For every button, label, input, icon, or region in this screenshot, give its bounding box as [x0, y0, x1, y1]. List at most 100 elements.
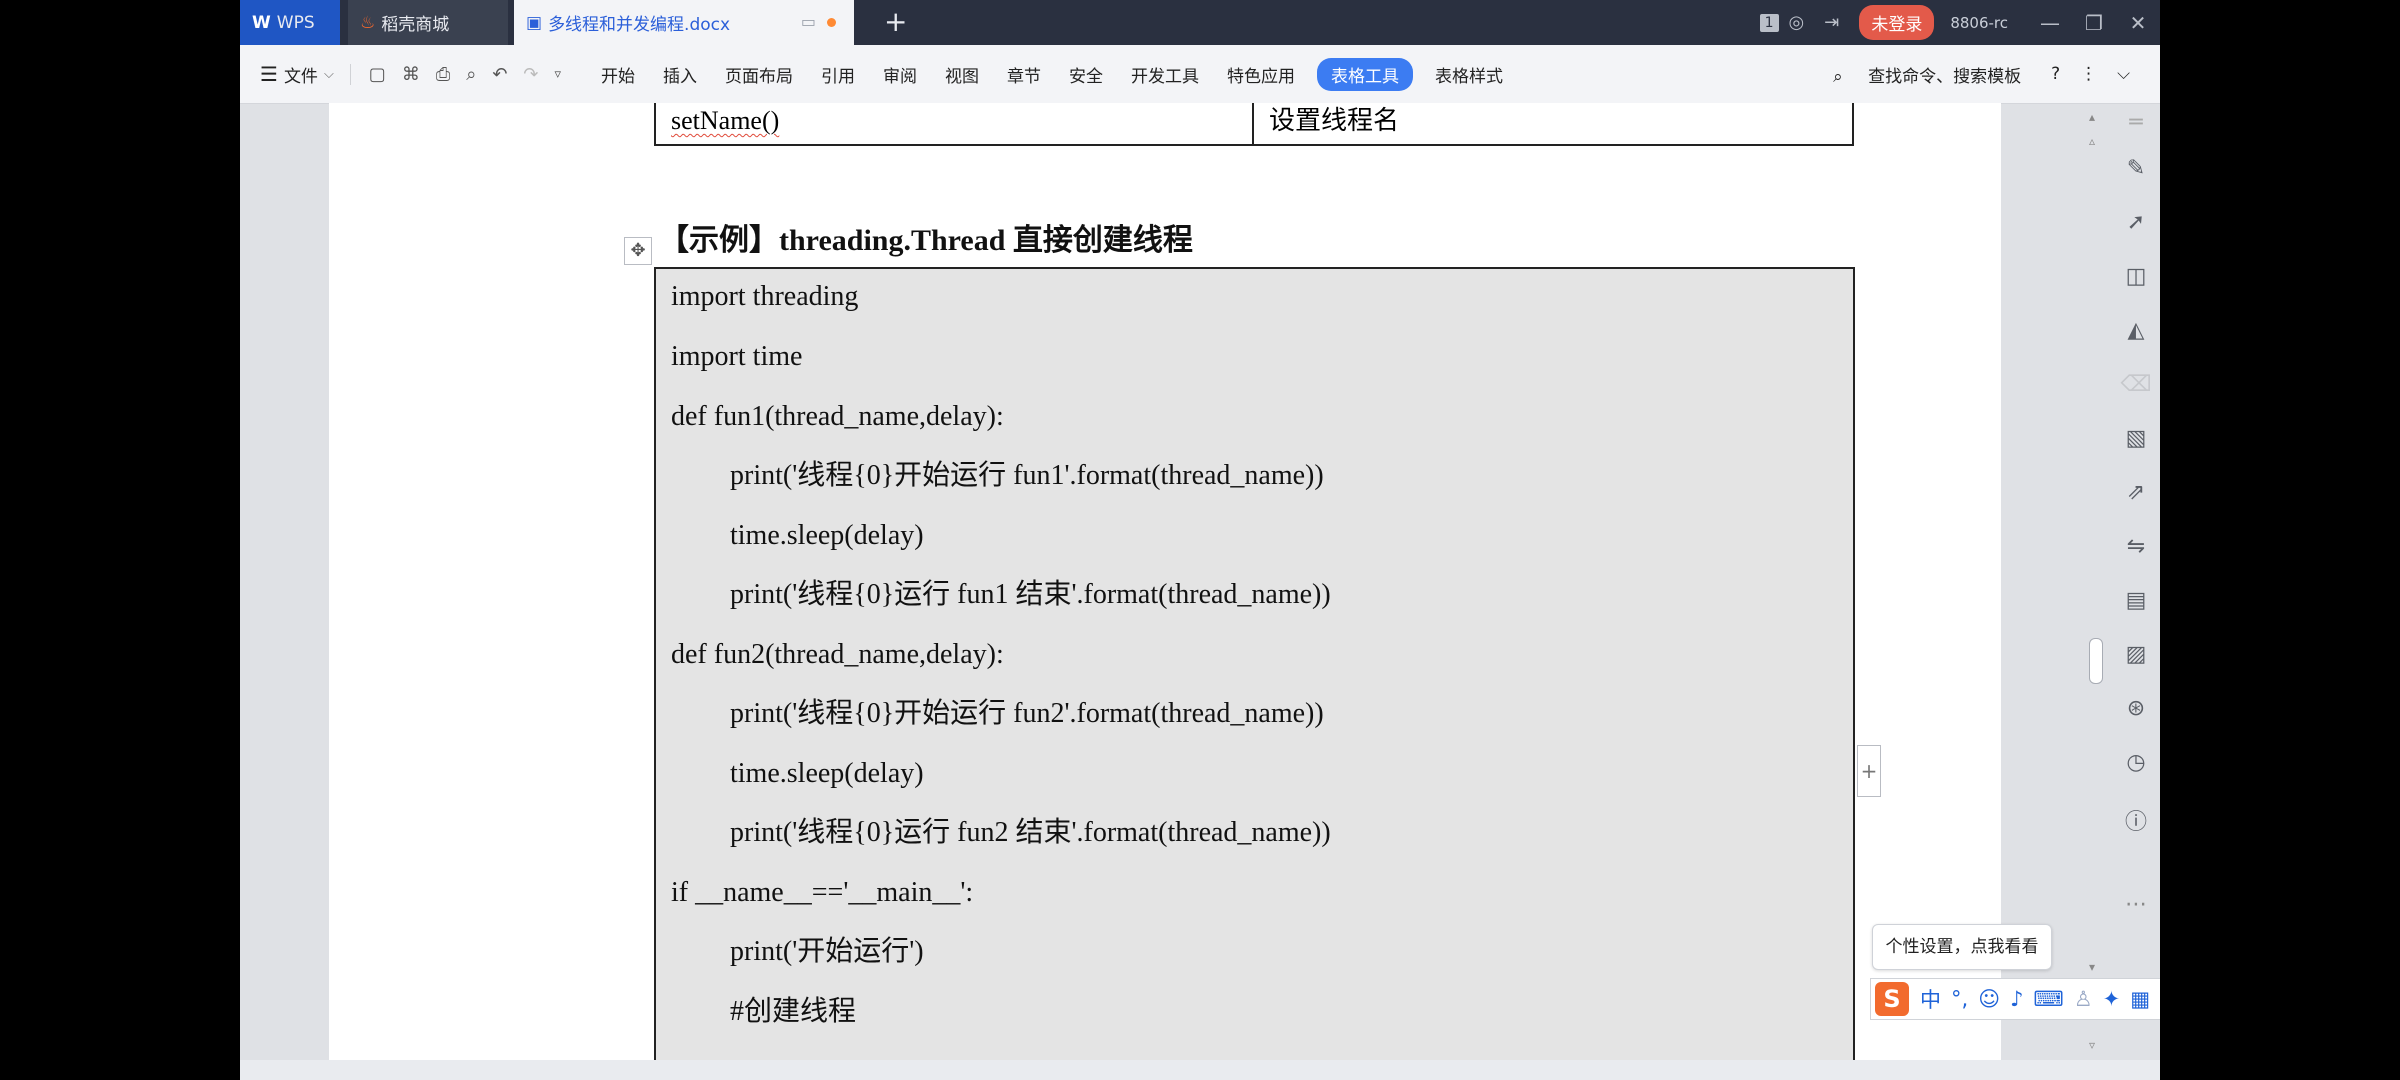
- tab-special-apps[interactable]: 特色应用: [1227, 62, 1295, 87]
- scroll-down-fast-icon[interactable]: ▿: [2089, 1038, 2095, 1052]
- share-icon[interactable]: ⇥: [1824, 12, 1839, 33]
- tab-chapter[interactable]: 章节: [1007, 62, 1041, 87]
- close-icon[interactable]: ✕: [2116, 11, 2160, 35]
- history-icon[interactable]: ◷: [2112, 750, 2160, 775]
- tab-page-layout[interactable]: 页面布局: [725, 62, 793, 87]
- collapse-ribbon-icon[interactable]: ⌵: [2117, 64, 2130, 84]
- ime-tooltip[interactable]: 个性设置，点我看看: [1872, 924, 2052, 970]
- example-heading: 【示例】threading.Thread 直接创建线程: [659, 224, 1193, 257]
- wps-window: W WPS ♨ 稻壳商城 ▣ 多线程和并发编程.docx ▭ + 1 ◎ ⇥ 未…: [240, 0, 2160, 1080]
- tab-start[interactable]: 开始: [601, 62, 635, 87]
- method-description: 设置线程名: [1269, 106, 1400, 135]
- select-pointer-icon[interactable]: ➚: [2112, 210, 2160, 235]
- search-icon: ⌕: [1833, 66, 1843, 87]
- monitor-icon[interactable]: ▭: [801, 12, 816, 31]
- shapes-icon[interactable]: ◫: [2112, 264, 2160, 289]
- code-line: def fun1(thread_name,delay):: [671, 401, 1004, 432]
- status-bar: [240, 1060, 2160, 1080]
- toolbox-grid-icon[interactable]: ▦: [2130, 987, 2150, 1011]
- hamburger-icon: ☰: [260, 62, 278, 86]
- document-page[interactable]: setName() 设置线程名 【示例】threading.Thread 直接创…: [329, 103, 2001, 1067]
- tab-table-style[interactable]: 表格样式: [1435, 62, 1503, 87]
- emoji-icon[interactable]: ☺: [1978, 987, 2000, 1011]
- ime-toolbar: S 中 °, ☺ ♪ ⌨ ♙ ✦ ▦: [1870, 978, 2160, 1020]
- table-move-handle-icon[interactable]: ✥: [624, 237, 652, 265]
- skin-shirt-icon[interactable]: ✦: [2103, 987, 2121, 1011]
- tab-table-tools[interactable]: 表格工具: [1317, 57, 1414, 91]
- more-tools-icon[interactable]: ⋯: [2112, 892, 2160, 917]
- backup-icon[interactable]: ⊛: [2112, 696, 2160, 721]
- search-command-box[interactable]: ⌕ 查找命令、搜索模板: [1823, 62, 2031, 87]
- pen-icon[interactable]: ✎: [2112, 156, 2160, 181]
- flame-icon: ♨: [360, 12, 376, 33]
- scroll-down-icon[interactable]: ▾: [2089, 960, 2095, 974]
- gallery-icon[interactable]: ▧: [2112, 426, 2160, 451]
- code-line: time.sleep(delay): [730, 520, 924, 551]
- ribbon-tabs: 开始 插入 页面布局 引用 审阅 视图 章节 安全 开发工具 特色应用 表格工具…: [587, 57, 1517, 91]
- tab-document[interactable]: ▣ 多线程和并发编程.docx ▭: [514, 0, 854, 45]
- scroll-up-icon[interactable]: ▴: [2089, 110, 2095, 124]
- eraser-icon[interactable]: ⌫: [2112, 372, 2160, 397]
- sogou-logo-icon[interactable]: S: [1875, 982, 1909, 1016]
- format-painter-icon[interactable]: ⌘: [402, 64, 420, 85]
- restore-icon[interactable]: ❐: [2072, 11, 2116, 35]
- save-icon[interactable]: ▢: [369, 64, 386, 85]
- tab-daoke-store[interactable]: ♨ 稻壳商城: [348, 0, 508, 45]
- add-column-plus-icon[interactable]: +: [1857, 745, 1881, 797]
- scroll-thumb[interactable]: [2089, 638, 2103, 684]
- tab-developer[interactable]: 开发工具: [1131, 62, 1199, 87]
- user-id: 8806-rc: [1950, 13, 2008, 32]
- image-icon[interactable]: ▨: [2112, 642, 2160, 667]
- unsaved-dot-icon: [827, 18, 836, 27]
- code-line: time.sleep(delay): [730, 758, 924, 789]
- code-line: print('线程{0}运行 fun2 结束'.format(thread_na…: [730, 817, 1331, 848]
- code-line: print('线程{0}开始运行 fun2'.format(thread_nam…: [730, 698, 1324, 729]
- translate-icon[interactable]: ⇋: [2112, 534, 2160, 559]
- tab-label: 多线程和并发编程.docx: [548, 15, 731, 35]
- title-bar: W WPS ♨ 稻壳商城 ▣ 多线程和并发编程.docx ▭ + 1 ◎ ⇥ 未…: [240, 0, 2160, 45]
- tab-label: 稻壳商城: [381, 15, 450, 35]
- tab-security[interactable]: 安全: [1069, 62, 1103, 87]
- code-block[interactable]: import threading import time def fun1(th…: [654, 267, 1855, 1067]
- tab-review[interactable]: 审阅: [883, 62, 917, 87]
- wps-logo-icon: W: [252, 12, 271, 33]
- tab-wps-home[interactable]: W WPS: [240, 0, 340, 45]
- code-line: #创建线程: [730, 996, 857, 1027]
- code-line: import threading: [671, 281, 859, 312]
- doc-icon: ▣: [526, 12, 543, 33]
- keyboard-icon[interactable]: ⌨: [2034, 987, 2064, 1011]
- punctuation-icon[interactable]: °,: [1951, 987, 1968, 1011]
- tab-view[interactable]: 视图: [945, 62, 979, 87]
- undo-icon[interactable]: ↶: [492, 64, 507, 85]
- login-button[interactable]: 未登录: [1859, 5, 1935, 40]
- archive-icon[interactable]: ▤: [2112, 588, 2160, 613]
- minimize-icon[interactable]: —: [2028, 11, 2072, 35]
- menu-right: ⌕ 查找命令、搜索模板 ? ⋮ ⌵: [1813, 45, 2140, 103]
- microphone-icon[interactable]: ♪: [2010, 987, 2023, 1011]
- table-cell[interactable]: 设置线程名: [1254, 103, 1414, 144]
- tab-insert[interactable]: 插入: [663, 62, 697, 87]
- scroll-up-fast-icon[interactable]: ▵: [2089, 134, 2095, 148]
- help-icon[interactable]: ?: [2051, 64, 2060, 84]
- table-cell[interactable]: setName(): [656, 103, 1254, 144]
- more-icon[interactable]: ⋮: [2080, 64, 2097, 84]
- sync-icon[interactable]: ◎: [1789, 12, 1805, 33]
- customize-dropdown-icon[interactable]: ▿: [555, 67, 562, 82]
- print-icon[interactable]: ⎙: [436, 64, 450, 85]
- file-menu-button[interactable]: ☰ 文件 ⌵: [260, 62, 334, 87]
- method-table-row: setName() 设置线程名: [654, 103, 1854, 146]
- ime-chinese-mode[interactable]: 中: [1920, 984, 1941, 1014]
- print-preview-icon[interactable]: ⌕: [466, 64, 476, 85]
- style-icon[interactable]: ◭: [2112, 318, 2160, 343]
- question-circle-icon[interactable]: ⓘ: [2112, 804, 2160, 836]
- divider-icon: ═: [2129, 110, 2143, 135]
- method-name: setName(): [671, 106, 780, 135]
- user-icon[interactable]: ♙: [2074, 987, 2093, 1011]
- new-tab-plus-icon[interactable]: +: [884, 5, 907, 38]
- redo-icon[interactable]: ↷: [523, 64, 538, 85]
- window-count-badge[interactable]: 1: [1759, 13, 1779, 32]
- code-line: print('线程{0}开始运行 fun1'.format(thread_nam…: [730, 460, 1324, 491]
- tab-references[interactable]: 引用: [821, 62, 855, 87]
- export-icon[interactable]: ⇗: [2112, 480, 2160, 505]
- vertical-scrollbar[interactable]: ▴ ▵ ▾ ▿: [2086, 108, 2106, 1056]
